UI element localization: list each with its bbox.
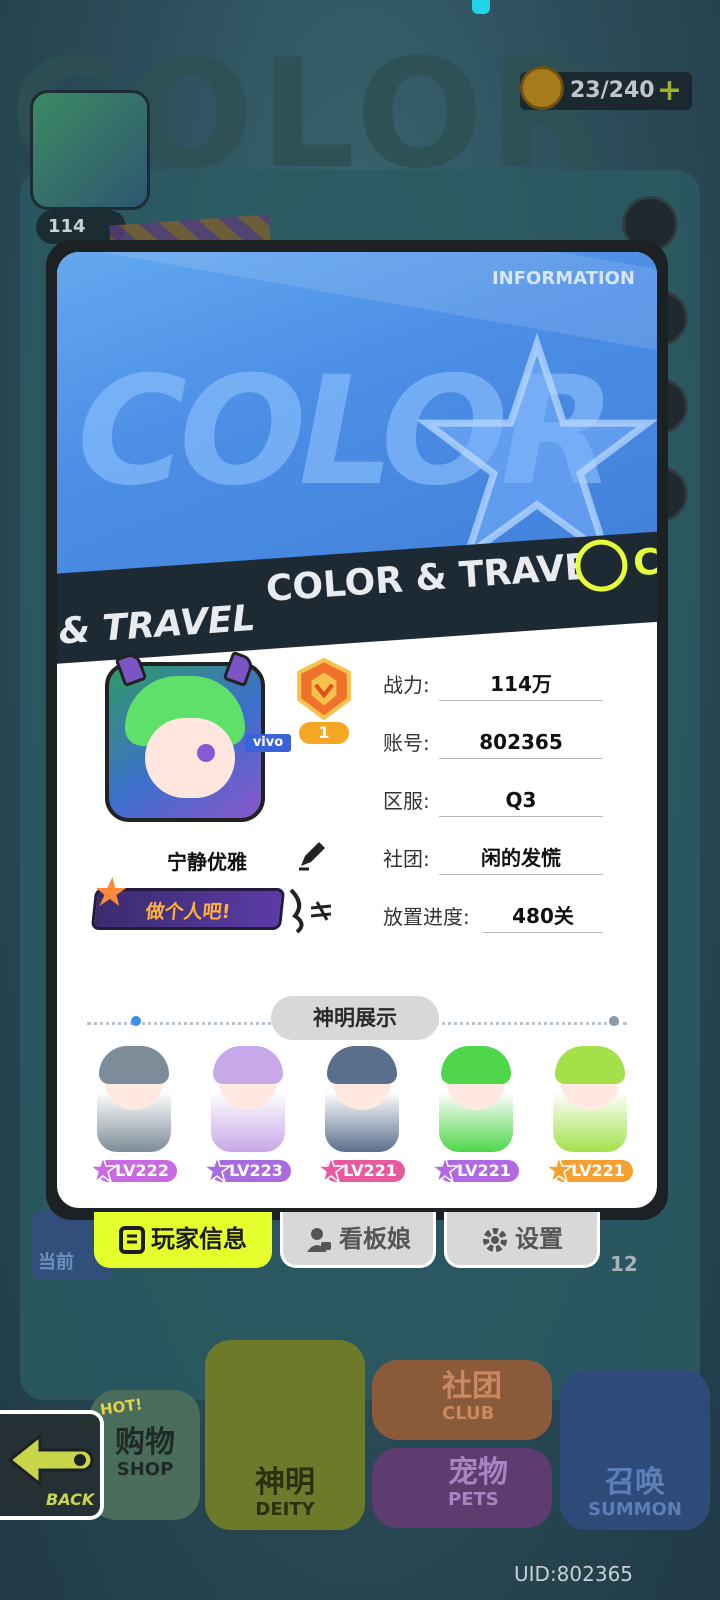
pets-label: 宠物 — [448, 1455, 508, 1490]
back-button[interactable]: BACK — [0, 1410, 104, 1520]
star-icon — [317, 1156, 345, 1184]
club-label-en: CLUB — [442, 1403, 495, 1424]
background-count: 12 — [610, 1252, 638, 1276]
band-right-text: C — [631, 541, 657, 585]
page-indicator-dot — [131, 1016, 141, 1026]
deity-button[interactable]: 神明 DEITY — [205, 1340, 365, 1530]
star-icon — [431, 1156, 459, 1184]
info-label: 账号: — [383, 731, 430, 755]
rank-badge-icon[interactable] — [293, 658, 355, 720]
deity-card[interactable]: LV221 — [535, 1042, 645, 1184]
pets-label-en: PETS — [448, 1489, 499, 1510]
mascot-icon — [307, 1228, 331, 1252]
stamina-icon — [520, 66, 564, 110]
summon-button[interactable]: 召唤 SUMMON — [560, 1370, 710, 1530]
motto-banner[interactable]: 做个人吧! — [90, 877, 286, 930]
summon-label: 召唤 — [605, 1465, 665, 1500]
deity-hair — [99, 1046, 169, 1084]
tab-mascot[interactable]: 看板娘 — [280, 1212, 436, 1268]
deity-card[interactable]: LV222 — [79, 1042, 189, 1184]
band-center-text: COLOR & TRAVEL — [264, 544, 614, 610]
info-label: 战力: — [383, 673, 430, 697]
info-label: 区服: — [383, 789, 430, 813]
deity-card[interactable]: LV221 — [307, 1042, 417, 1184]
avatar-tag: vivo — [245, 734, 291, 752]
info-row-club: 社团: 闲的发慌 — [383, 842, 613, 876]
shop-label-en: SHOP — [116, 1459, 174, 1480]
page-indicator-dot — [609, 1016, 619, 1026]
player-nickname: 宁静优雅 — [167, 850, 247, 874]
deity-hair — [441, 1046, 511, 1084]
info-value: 802365 — [439, 726, 603, 759]
edit-icon[interactable] — [295, 838, 329, 872]
pets-button[interactable]: 宠物 PETS — [372, 1448, 552, 1528]
deity-hair — [555, 1046, 625, 1084]
info-row-power: 战力: 114万 — [383, 668, 613, 702]
deity-hair — [213, 1046, 283, 1084]
top-marker — [472, 0, 490, 14]
tab-mascot-label: 看板娘 — [339, 1225, 411, 1253]
avatar-eye — [197, 744, 215, 762]
player-info-icon — [119, 1226, 145, 1254]
band-left-text: & TRAVEL — [57, 597, 257, 653]
info-value: 480关 — [483, 900, 603, 933]
info-value: Q3 — [439, 784, 603, 817]
star-icon — [89, 1156, 117, 1184]
stamina-value: 23/240 — [570, 78, 655, 103]
info-row-idle-progress: 放置进度: 480关 — [383, 900, 613, 934]
back-label: BACK — [46, 1490, 95, 1509]
banner-info-label: INFORMATION — [491, 268, 635, 289]
tab-player-info-label: 玩家信息 — [151, 1225, 247, 1253]
summon-label-en: SUMMON — [588, 1499, 682, 1520]
motto-decoration-icon — [289, 888, 332, 934]
club-label: 社团 — [442, 1369, 502, 1404]
deity-card[interactable]: LV223 — [193, 1042, 303, 1184]
player-avatar[interactable] — [105, 650, 265, 822]
tab-settings[interactable]: 设置 — [444, 1212, 600, 1268]
star-icon — [203, 1156, 231, 1184]
info-row-server: 区服: Q3 — [383, 784, 613, 818]
motto-text: 做个人吧! — [144, 901, 232, 923]
info-label: 放置进度: — [383, 905, 470, 929]
player-info-card: COLOR INFORMATION & TRAVEL COLOR & TRAVE… — [57, 252, 657, 1208]
rank-level: 1 — [299, 722, 349, 744]
deity-label-en: DEITY — [255, 1499, 315, 1520]
tab-settings-label: 设置 — [515, 1225, 563, 1253]
bottom-menu: 购物 SHOP 神明 DEITY 社团 CLUB 宠物 PETS 召唤 SUMM… — [0, 1330, 720, 1550]
info-value: 闲的发慌 — [439, 842, 603, 875]
info-label: 社团: — [383, 847, 430, 871]
deity-card[interactable]: LV221 — [421, 1042, 531, 1184]
deity-label: 神明 — [255, 1465, 315, 1500]
player-avatar-small[interactable] — [30, 90, 150, 210]
star-icon — [545, 1156, 573, 1184]
back-arrow-icon — [7, 1432, 94, 1488]
tab-player-info[interactable]: 玩家信息 — [94, 1212, 272, 1268]
star-icon — [96, 877, 127, 906]
gear-icon — [483, 1228, 507, 1252]
deity-hair — [327, 1046, 397, 1084]
deity-section-title: 神明展示 — [271, 996, 439, 1040]
info-value: 114万 — [439, 668, 603, 701]
avatar-face — [145, 718, 235, 798]
info-row-account: 账号: 802365 — [383, 726, 613, 760]
add-stamina-icon[interactable]: + — [657, 72, 682, 110]
club-button[interactable]: 社团 CLUB — [372, 1360, 552, 1440]
uid-label: UID:802365 — [514, 1562, 634, 1586]
